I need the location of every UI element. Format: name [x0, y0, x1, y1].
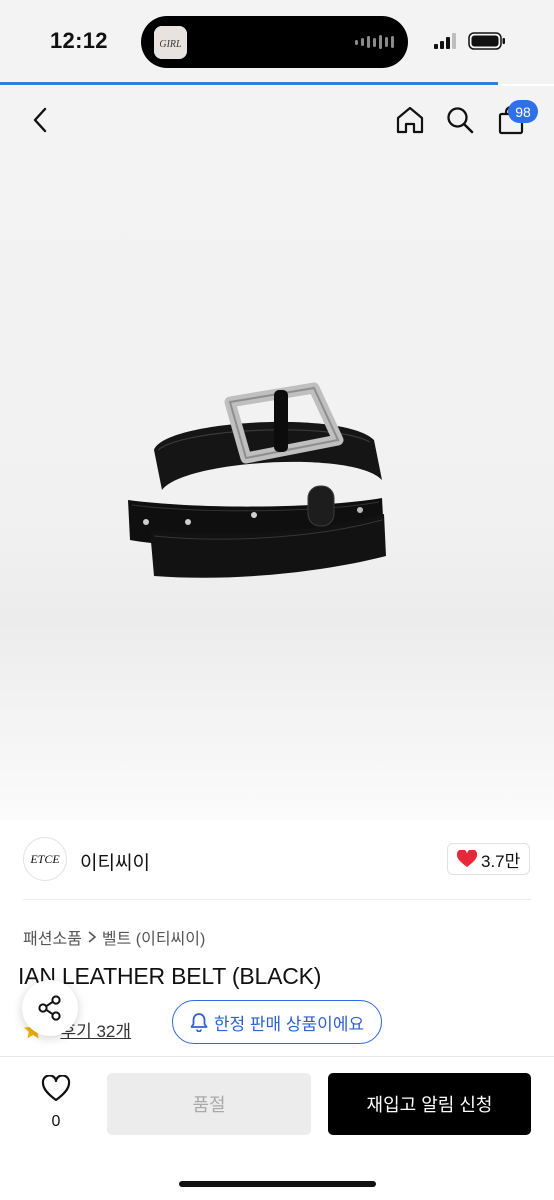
status-time: 12:12	[50, 28, 108, 53]
restock-alert-button[interactable]: 재입고 알림 신청	[328, 1073, 531, 1135]
share-button[interactable]	[22, 980, 78, 1036]
audio-wave-icon	[355, 35, 394, 49]
brand-like-button[interactable]: 3.7만	[447, 843, 531, 875]
section-divider	[23, 899, 531, 900]
home-icon	[396, 106, 424, 134]
battery-icon	[468, 32, 505, 50]
brand-like-count: 3.7만	[481, 851, 521, 871]
island-app-text: GIRL	[159, 39, 182, 50]
page-load-progress	[0, 82, 498, 85]
share-icon	[38, 995, 61, 1021]
wishlist-button[interactable]: 0	[36, 1074, 76, 1131]
breadcrumb-category[interactable]: 패션소품	[23, 925, 82, 949]
limited-sale-text: 한정 판매 상품이에요	[213, 1014, 365, 1034]
sold-out-button[interactable]: 품절	[107, 1073, 311, 1135]
wishlist-count: 0	[51, 1113, 61, 1130]
back-button[interactable]	[24, 104, 56, 136]
now-playing-app-icon: GIRL	[154, 26, 187, 59]
home-button[interactable]	[393, 103, 427, 137]
cart-count-badge: 98	[508, 100, 538, 123]
chevron-right-icon	[88, 931, 97, 943]
brand-logo[interactable]: ETCE	[23, 837, 67, 881]
breadcrumb-subcategory[interactable]: 벨트 (이티씨이)	[102, 925, 205, 949]
search-button[interactable]	[443, 103, 477, 137]
heart-filled-icon	[457, 850, 477, 867]
home-indicator	[179, 1181, 376, 1187]
bell-icon	[190, 1013, 208, 1032]
dynamic-island: GIRL	[141, 16, 408, 68]
chevron-left-icon	[33, 107, 47, 133]
search-icon	[447, 107, 474, 134]
product-image[interactable]	[0, 156, 554, 820]
status-bar: 12:12 GIRL	[0, 0, 554, 85]
signal-icon	[434, 33, 456, 49]
breadcrumb: 패션소품 벨트 (이티씨이)	[23, 925, 205, 949]
limited-sale-notice[interactable]: 한정 판매 상품이에요	[172, 1000, 382, 1044]
heart-outline-icon	[41, 1074, 71, 1102]
brand-name[interactable]: 이티씨이	[80, 848, 150, 875]
belt-product-photo	[128, 382, 386, 578]
